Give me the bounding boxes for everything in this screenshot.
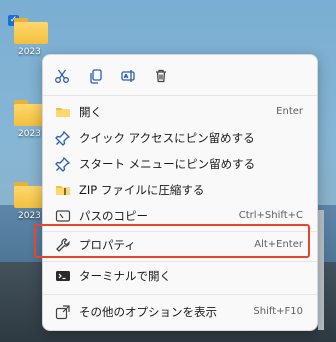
menu-item-shortcut: Ctrl+Shift+C	[238, 210, 303, 221]
copy-path-icon	[55, 208, 71, 224]
rename-button[interactable]	[115, 63, 141, 89]
menu-item-open[interactable]: 開く Enter	[47, 99, 313, 124]
copy-icon	[90, 69, 102, 84]
menu-item-label: その他のオプションを表示	[79, 304, 217, 319]
context-menu-toolbar	[43, 63, 317, 89]
menu-item-pin-start[interactable]: スタート メニューにピン留めする	[47, 151, 313, 176]
rename-icon	[121, 70, 135, 82]
menu-item-pin-quick-access[interactable]: クイック アクセスにピン留めする	[47, 125, 313, 150]
folder-icon	[14, 18, 48, 44]
more-options-icon	[55, 304, 71, 320]
desktop-folder-1[interactable]: ✓ 2023	[8, 15, 56, 57]
menu-item-label: ZIP ファイルに圧縮する	[79, 182, 205, 197]
delete-icon	[156, 69, 166, 83]
cut-button[interactable]	[49, 63, 75, 89]
menu-item-label: ターミナルで開く	[79, 268, 171, 283]
menu-item-shortcut: Shift+F10	[253, 306, 303, 317]
wallpaper-pillar	[318, 210, 324, 330]
menu-separator	[43, 294, 317, 295]
menu-item-label: スタート メニューにピン留めする	[79, 156, 256, 171]
menu-item-open-terminal[interactable]: ターミナルで開く	[47, 263, 313, 288]
copy-button[interactable]	[83, 63, 109, 89]
delete-button[interactable]	[148, 63, 174, 89]
folder-icon	[55, 104, 71, 120]
terminal-icon	[55, 268, 71, 284]
menu-item-shortcut: Enter	[276, 106, 303, 117]
menu-separator	[43, 95, 317, 96]
menu-item-label: パスのコピー	[79, 208, 148, 223]
menu-item-label: クイック アクセスにピン留めする	[79, 130, 255, 145]
pin-icon	[55, 130, 71, 146]
cut-icon	[55, 69, 69, 83]
properties-highlight-frame	[34, 224, 310, 258]
context-menu: 開く Enter クイック アクセスにピン留めする スタート メニューにピン留め…	[42, 54, 318, 331]
menu-item-compress-zip[interactable]: ZIP ファイルに圧縮する	[47, 177, 313, 202]
menu-item-label: 開く	[79, 104, 102, 119]
zip-folder-icon	[55, 182, 71, 198]
menu-separator	[43, 261, 317, 262]
menu-item-more-options[interactable]: その他のオプションを表示 Shift+F10	[47, 299, 313, 324]
pin-icon	[55, 156, 71, 172]
